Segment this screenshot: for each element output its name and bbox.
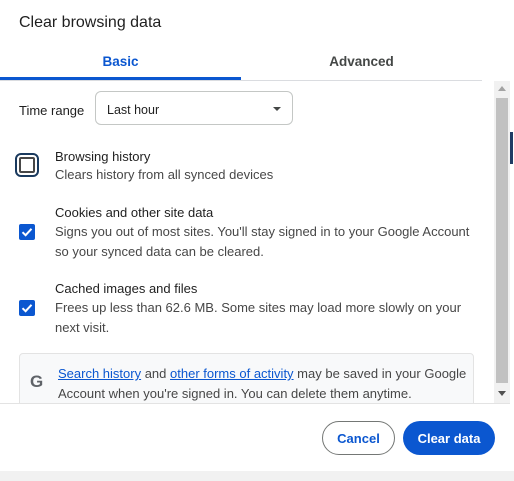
time-range-select[interactable]: Last hour bbox=[95, 91, 293, 125]
google-activity-info-box: G Search history and other forms of acti… bbox=[19, 353, 474, 403]
clear-browsing-data-dialog: Clear browsing data Basic Advanced Time … bbox=[0, 0, 511, 472]
other-activity-link[interactable]: other forms of activity bbox=[170, 366, 294, 381]
checkmark-icon bbox=[21, 228, 33, 237]
option-cookies: Cookies and other site data Signs you ou… bbox=[0, 205, 494, 265]
clear-data-button[interactable]: Clear data bbox=[403, 421, 495, 455]
scroll-up-arrow-icon[interactable] bbox=[498, 86, 506, 91]
background-bottom-edge bbox=[0, 471, 514, 481]
option-description: Signs you out of most sites. You'll stay… bbox=[55, 224, 470, 259]
info-text: Search history and other forms of activi… bbox=[58, 364, 473, 403]
option-description: Clears history from all synced devices bbox=[55, 167, 274, 182]
option-cached-images: Cached images and files Frees up less th… bbox=[0, 281, 494, 341]
time-range-value: Last hour bbox=[107, 103, 160, 117]
browsing-history-checkbox[interactable] bbox=[15, 153, 39, 177]
tab-bar: Basic Advanced bbox=[0, 44, 482, 81]
option-browsing-history: Browsing history Clears history from all… bbox=[0, 149, 494, 189]
tab-advanced[interactable]: Advanced bbox=[241, 44, 482, 78]
option-description: Frees up less than 62.6 MB. Some sites m… bbox=[55, 300, 462, 335]
info-text-part: and bbox=[141, 366, 171, 381]
google-g-icon: G bbox=[30, 372, 44, 391]
content-scrollbar[interactable] bbox=[494, 81, 510, 403]
dialog-content: Time range Last hour Browsing history Cl… bbox=[0, 81, 494, 403]
option-title: Cached images and files bbox=[55, 281, 198, 296]
dialog-title: Clear browsing data bbox=[19, 14, 162, 31]
option-title: Browsing history bbox=[55, 149, 151, 164]
tab-basic[interactable]: Basic bbox=[0, 44, 241, 80]
cancel-button[interactable]: Cancel bbox=[322, 421, 395, 455]
checkmark-icon bbox=[21, 304, 33, 313]
option-title: Cookies and other site data bbox=[55, 205, 214, 220]
scroll-down-arrow-icon[interactable] bbox=[498, 391, 506, 396]
cookies-checkbox[interactable] bbox=[19, 224, 35, 240]
search-history-link[interactable]: Search history bbox=[58, 366, 141, 381]
dialog-footer: Cancel Clear data bbox=[0, 403, 510, 472]
chevron-down-icon bbox=[273, 107, 281, 111]
cached-images-checkbox[interactable] bbox=[19, 300, 35, 316]
scrollbar-thumb[interactable] bbox=[496, 98, 508, 383]
background-edge-mark bbox=[510, 132, 513, 164]
background-edge bbox=[510, 0, 514, 481]
time-range-label: Time range bbox=[19, 103, 85, 118]
